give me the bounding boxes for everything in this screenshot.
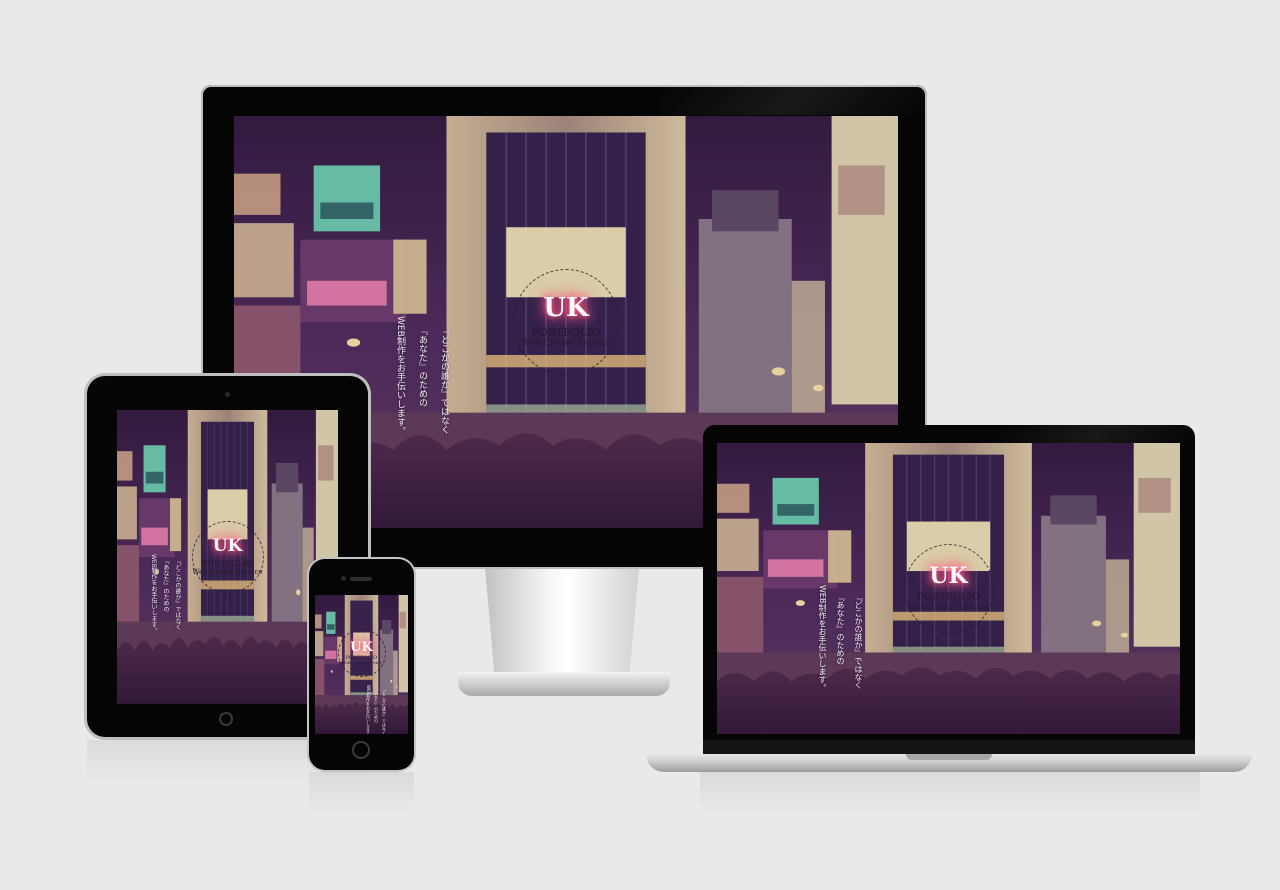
tagline-line-2: 『あなた』のための xyxy=(417,326,427,407)
tagline-line-3: WEB制作をお手伝いします。 xyxy=(150,554,157,634)
tagline-line-1: 『どこかの誰か』ではなく xyxy=(174,558,181,630)
laptop-notch xyxy=(906,754,992,760)
monitor-stand-base xyxy=(458,672,670,696)
phone-camera xyxy=(341,576,346,581)
logo-mark: UK xyxy=(350,639,373,655)
logo-title: PORTFOLIO xyxy=(202,558,253,568)
tagline-line-3: WEB制作をお手伝いします。 xyxy=(395,316,405,436)
logo-mark: UK xyxy=(929,562,968,589)
laptop-chin xyxy=(703,740,1195,754)
tagline-line-1: 『どこかの誰か』ではなく xyxy=(439,326,449,434)
laptop-screen: UK PORTFOLIO Web Create Service 『どこかの誰か』… xyxy=(717,443,1180,734)
tagline-line-1: 『どこかの誰か』ではなく xyxy=(382,687,387,734)
tablet-home-button[interactable] xyxy=(219,712,233,726)
logo-title: PORTFOLIO xyxy=(531,325,601,339)
tablet-camera xyxy=(225,392,230,397)
tagline-line-1: 『どこかの誰か』ではなく xyxy=(854,593,863,689)
phone-home-button[interactable] xyxy=(352,741,370,759)
tagline-line-2: 『あなた』のための xyxy=(836,593,845,665)
logo-title: PORTFOLIO xyxy=(917,591,980,603)
laptop-reflection xyxy=(700,772,1200,812)
logo-mark: UK xyxy=(543,292,589,323)
logo-subtitle: Web Create Service xyxy=(192,568,263,577)
site-logo[interactable]: UK PORTFOLIO Web Create Service xyxy=(903,543,994,634)
monitor-stand-neck xyxy=(485,569,639,679)
site-logo[interactable]: UK PORTFOLIO Web Create Service xyxy=(513,269,619,375)
phone-screen: UK PORTFOLIO Web Create Service 『どこかの誰か』… xyxy=(315,595,408,734)
tablet-screen: UK PORTFOLIO Web Create Service 『どこかの誰か』… xyxy=(117,410,338,704)
logo-subtitle: Web Create Service xyxy=(908,603,989,613)
tagline-line-3: WEB制作をお手伝いします。 xyxy=(818,585,827,692)
tagline-line-2: 『あなた』のための xyxy=(374,687,379,723)
site-logo[interactable]: UK PORTFOLIO Web Create Service xyxy=(191,521,264,593)
logo-mark: UK xyxy=(212,535,243,556)
tagline-line-3: WEB制作をお手伝いします。 xyxy=(366,685,371,734)
logo-subtitle: Web Create Service xyxy=(341,660,382,666)
phone-speaker xyxy=(350,577,372,581)
tagline-line-2: 『あなた』のための xyxy=(162,558,169,612)
phone-reflection xyxy=(309,772,414,812)
logo-subtitle: Web Create Service xyxy=(520,339,612,350)
site-logo[interactable]: UK PORTFOLIO Web Create Service xyxy=(337,629,386,678)
